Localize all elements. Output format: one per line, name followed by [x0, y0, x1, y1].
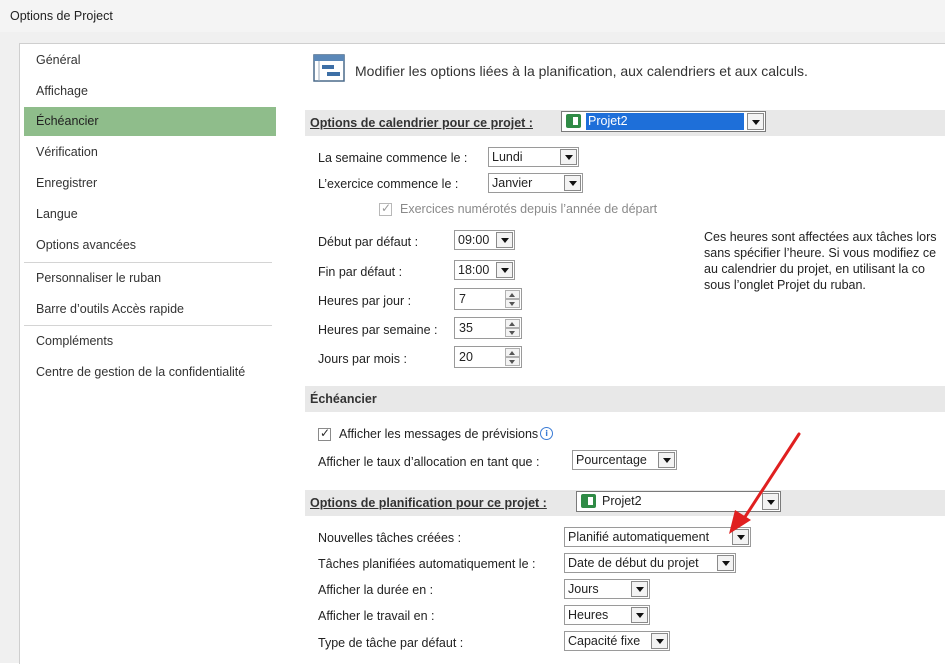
- chevron-down-icon[interactable]: [747, 113, 764, 130]
- new-tasks-value: Planifié automatiquement: [568, 530, 710, 544]
- auto-tasks-label: Tâches planifiées automatiquement le :: [318, 557, 536, 571]
- allocation-select[interactable]: Pourcentage: [572, 450, 677, 470]
- nav-item-verification[interactable]: Vérification: [24, 138, 276, 167]
- work-select[interactable]: Heures: [564, 605, 650, 625]
- red-arrow-annotation: [729, 432, 801, 534]
- days-per-month-value: 20: [459, 350, 473, 364]
- hours-per-week-spinner[interactable]: 35: [454, 317, 522, 339]
- hours-per-week-label: Heures par semaine :: [318, 323, 438, 337]
- default-start-value: 09:00: [458, 233, 490, 247]
- nav-item-affichage[interactable]: Affichage: [24, 77, 276, 106]
- auto-tasks-value: Date de début du projet: [568, 556, 699, 570]
- nav-item-langue[interactable]: Langue: [24, 200, 276, 229]
- project-file-icon: [566, 114, 581, 128]
- hours-per-day-label: Heures par jour :: [318, 294, 412, 308]
- chevron-down-icon[interactable]: [651, 633, 668, 649]
- default-start-select[interactable]: 09:00: [454, 230, 515, 250]
- week-start-select[interactable]: Lundi: [488, 147, 579, 167]
- spin-up-icon[interactable]: [505, 319, 520, 328]
- spin-up-icon[interactable]: [505, 290, 520, 299]
- spin-down-icon[interactable]: [505, 357, 520, 366]
- work-value: Heures: [568, 608, 609, 622]
- chevron-down-icon[interactable]: [496, 262, 513, 278]
- planning-section-label: Options de planification pour ce projet …: [310, 496, 547, 510]
- info-line: au calendrier du projet, en utilisant la…: [704, 262, 925, 276]
- task-type-value: Capacité fixe: [568, 634, 641, 648]
- calendar-section-label: Options de calendrier pour ce projet :: [310, 116, 533, 130]
- calendar-project-select[interactable]: Projet2: [561, 111, 766, 132]
- info-line: sous l’onglet Projet du ruban.: [704, 278, 866, 292]
- page-header-text: Modifier les options liées à la planific…: [355, 63, 808, 79]
- chevron-down-icon[interactable]: [564, 175, 581, 191]
- nav-item-options-avancees[interactable]: Options avancées: [24, 231, 276, 260]
- chevron-down-icon[interactable]: [717, 555, 734, 571]
- new-tasks-label: Nouvelles tâches créées :: [318, 531, 462, 545]
- window-title: Options de Project: [10, 9, 113, 23]
- fiscal-year-select[interactable]: Janvier: [488, 173, 583, 193]
- duration-select[interactable]: Jours: [564, 579, 650, 599]
- default-end-label: Fin par défaut :: [318, 265, 403, 279]
- info-icon[interactable]: i: [540, 427, 554, 440]
- fiscal-year-label: L’exercice commence le :: [318, 177, 459, 191]
- hours-per-day-value: 7: [459, 292, 466, 306]
- options-nav: Général Affichage Échéancier Vérificatio…: [19, 43, 287, 664]
- fiscal-numbering-checkbox[interactable]: [379, 201, 392, 216]
- spin-down-icon[interactable]: [505, 328, 520, 337]
- nav-item-complements[interactable]: Compléments: [24, 327, 276, 356]
- chevron-down-icon[interactable]: [496, 232, 513, 248]
- info-line: sans spécifier l’heure. Si vous modifiez…: [704, 246, 937, 260]
- chevron-down-icon[interactable]: [560, 149, 577, 165]
- planning-project-value: Projet2: [602, 494, 642, 508]
- duration-label: Afficher la durée en :: [318, 583, 434, 597]
- schedule-icon: [313, 54, 345, 82]
- work-label: Afficher le travail en :: [318, 609, 435, 623]
- fiscal-year-value: Janvier: [492, 176, 533, 190]
- nav-divider: [24, 325, 272, 326]
- chevron-down-icon[interactable]: [631, 581, 648, 597]
- schedule-section-header: Échéancier: [305, 386, 945, 412]
- days-per-month-label: Jours par mois :: [318, 352, 407, 366]
- fiscal-numbering-label: Exercices numérotés depuis l’année de dé…: [400, 202, 658, 216]
- info-line: Ces heures sont affectées aux tâches lor…: [704, 230, 937, 244]
- nav-item-general[interactable]: Général: [24, 46, 276, 75]
- calendar-project-value: Projet2: [586, 113, 744, 130]
- show-messages-label: Afficher les messages de prévisions: [339, 427, 539, 441]
- auto-tasks-select[interactable]: Date de début du projet: [564, 553, 736, 573]
- chevron-down-icon[interactable]: [658, 452, 675, 468]
- hours-per-day-spinner[interactable]: 7: [454, 288, 522, 310]
- task-type-select[interactable]: Capacité fixe: [564, 631, 670, 651]
- hours-per-week-value: 35: [459, 321, 473, 335]
- default-start-label: Début par défaut :: [318, 235, 419, 249]
- default-end-value: 18:00: [458, 263, 490, 277]
- spin-up-icon[interactable]: [505, 348, 520, 357]
- spin-down-icon[interactable]: [505, 299, 520, 308]
- show-messages-checkbox[interactable]: [318, 426, 331, 441]
- schedule-section-label: Échéancier: [310, 392, 377, 406]
- calendar-info-text: Ces heures sont affectées aux tâches lor…: [704, 229, 945, 293]
- nav-divider: [24, 262, 272, 263]
- nav-item-personnaliser-ruban[interactable]: Personnaliser le ruban: [24, 264, 276, 293]
- nav-item-echeancier[interactable]: Échéancier: [24, 107, 276, 136]
- show-messages-label-wrap: Afficher les messages de prévisions i: [339, 427, 554, 441]
- allocation-label: Afficher le taux d’allocation en tant qu…: [318, 455, 540, 469]
- chevron-down-icon[interactable]: [631, 607, 648, 623]
- week-start-label: La semaine commence le :: [318, 151, 468, 165]
- days-per-month-spinner[interactable]: 20: [454, 346, 522, 368]
- title-bar: Options de Project: [0, 0, 945, 33]
- default-end-select[interactable]: 18:00: [454, 260, 515, 280]
- task-type-label: Type de tâche par défaut :: [318, 636, 464, 650]
- nav-item-barre-acces-rapide[interactable]: Barre d’outils Accès rapide: [24, 295, 276, 324]
- nav-item-centre-confidentialite[interactable]: Centre de gestion de la confidentialité: [24, 358, 276, 387]
- allocation-value: Pourcentage: [576, 453, 647, 467]
- week-start-value: Lundi: [492, 150, 523, 164]
- nav-item-enregistrer[interactable]: Enregistrer: [24, 169, 276, 198]
- duration-value: Jours: [568, 582, 599, 596]
- project-file-icon: [581, 494, 596, 508]
